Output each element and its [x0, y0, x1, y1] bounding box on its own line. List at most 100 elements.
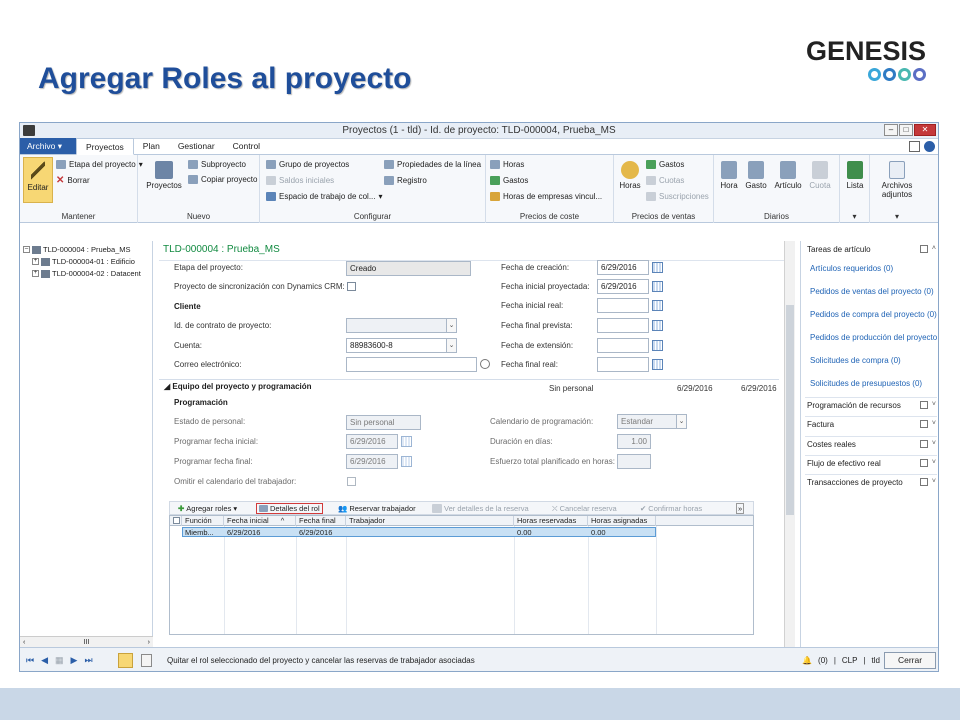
factbox-pin-icon[interactable] [919, 440, 928, 448]
tab-control[interactable]: Control [224, 138, 269, 154]
col-funcion[interactable]: Función [182, 516, 224, 526]
tree-horizontal-scrollbar[interactable]: ‹ III › [20, 636, 153, 647]
last-record-icon[interactable]: ⏭ [84, 655, 92, 666]
calendar-icon[interactable] [652, 262, 663, 273]
next-record-icon[interactable]: ▶ [71, 655, 78, 666]
maximize-button[interactable]: □ [899, 124, 913, 136]
coste-empresas-button[interactable]: Horas de empresas vincul... [490, 192, 602, 201]
correo-field[interactable] [346, 357, 477, 372]
cell-fecha-inicial[interactable]: 6/29/2016 [225, 528, 297, 537]
scroll-thumb-icon[interactable]: III [84, 639, 90, 646]
copiar-proyecto-button[interactable]: Copiar proyecto [188, 175, 257, 184]
form-vertical-scrollbar[interactable] [784, 241, 795, 647]
factbox-pin-icon[interactable] [919, 245, 928, 253]
cell-fecha-final[interactable]: 6/29/2016 [297, 528, 347, 537]
chevron-down-icon[interactable]: ˅ [932, 440, 936, 448]
cell-funcion[interactable]: Miemb... [183, 528, 225, 537]
saldos-iniciales-button[interactable]: Saldos iniciales [266, 176, 334, 185]
section-costes-reales[interactable]: Costes reales [807, 440, 856, 449]
cerrar-button[interactable]: Cerrar [884, 652, 936, 669]
link-pedidos-compra[interactable]: Pedidos de compra del proyecto (0) [810, 310, 937, 319]
agregar-roles-button[interactable]: ✚ Agregar roles ▾ [178, 503, 237, 514]
table-row[interactable]: Miemb... 6/29/2016 6/29/2016 0.00 0.00 [182, 527, 656, 537]
chevron-down-icon[interactable]: ⌄ [446, 339, 456, 352]
cancelar-reserva-button[interactable]: ⛌ Cancelar reserva [552, 503, 617, 514]
tab-gestionar[interactable]: Gestionar [169, 138, 224, 154]
col-horas-reservadas[interactable]: Horas reservadas [514, 516, 588, 526]
equipo-section-toggle[interactable]: ◢ Equipo del proyecto y programación [164, 382, 312, 391]
expand-icon[interactable]: + [32, 270, 39, 277]
cell-horas-asignadas[interactable]: 0.00 [589, 528, 657, 537]
propiedades-linea-button[interactable]: Propiedades de la línea [384, 160, 481, 169]
calendar-icon[interactable] [652, 359, 663, 370]
etapa-proyecto-button[interactable]: Etapa del proyecto ▾ [56, 160, 143, 169]
registro-button[interactable]: Registro [384, 176, 427, 185]
diario-cuota-button[interactable]: Cuota [808, 161, 832, 190]
sync-checkbox[interactable] [347, 282, 356, 291]
edit-mode-icon[interactable] [118, 653, 133, 668]
creacion-field[interactable]: 6/29/2016 [597, 260, 649, 275]
venta-cuotas-button[interactable]: Cuotas [646, 176, 684, 185]
notification-bell-icon[interactable]: 🔔 [802, 656, 812, 665]
more-toolbar-button[interactable]: » [736, 503, 745, 514]
factbox-pin-icon[interactable] [919, 420, 928, 428]
tareas-heading[interactable]: Tareas de artículo [807, 245, 871, 254]
diario-gasto-button[interactable]: Gasto [744, 161, 768, 190]
tree-item-child-2[interactable]: + TLD-000004-02 : Datacent [32, 269, 141, 278]
company-indicator[interactable]: tld [872, 656, 880, 665]
archivo-menu[interactable]: Archivo ▾ [20, 138, 76, 154]
cuenta-field[interactable]: 88983600-8 ⌄ [346, 338, 457, 353]
document-icon[interactable] [141, 654, 152, 667]
chevron-down-icon[interactable]: ⌄ [446, 319, 456, 332]
cell-trabajador[interactable] [347, 528, 515, 537]
contrato-field[interactable]: ⌄ [346, 318, 457, 333]
ver-detalles-reserva-button[interactable]: Ver detalles de la reserva [432, 503, 529, 514]
subproyecto-button[interactable]: Subproyecto [188, 160, 246, 169]
close-window-button[interactable]: ✕ [914, 124, 936, 136]
section-flujo-efectivo[interactable]: Flujo de efectivo real [807, 459, 881, 468]
final-prev-field[interactable] [597, 318, 649, 333]
link-pedidos-produccion[interactable]: Pedidos de producción del proyecto [810, 333, 937, 342]
calendar-icon[interactable] [652, 300, 663, 311]
confirmar-horas-button[interactable]: ✔ Confirmar horas [640, 503, 702, 514]
link-solicitudes-presupuestos[interactable]: Solicitudes de presupuestos (0) [810, 379, 922, 388]
diario-articulo-button[interactable]: Artículo [772, 161, 804, 190]
email-link-icon[interactable] [480, 359, 490, 369]
coste-horas-button[interactable]: Horas [490, 160, 524, 169]
tree-item-root[interactable]: – TLD-000004 : Prueba_MS [23, 245, 131, 254]
lista-group-chevron[interactable]: ▾ [840, 212, 869, 221]
calendar-icon[interactable] [652, 320, 663, 331]
previous-record-icon[interactable]: ◀ [41, 655, 48, 666]
first-record-icon[interactable]: ⏮ [26, 655, 34, 666]
scroll-left-icon[interactable]: ‹ [23, 639, 25, 646]
chevron-down-icon[interactable]: ˅ [932, 420, 936, 428]
diario-hora-button[interactable]: Hora [718, 161, 740, 190]
grid-view-icon[interactable]: ▦ [55, 655, 64, 666]
detalles-rol-button[interactable]: Detalles del rol [256, 503, 323, 514]
chevron-up-icon[interactable]: ˄ [932, 245, 936, 253]
minimize-button[interactable]: – [884, 124, 898, 136]
currency-indicator[interactable]: CLP [842, 656, 858, 665]
chevron-down-icon[interactable]: ˅ [932, 401, 936, 409]
notification-count[interactable]: (0) [818, 656, 828, 665]
tab-proyectos[interactable]: Proyectos [76, 138, 134, 155]
tree-item-child-1[interactable]: + TLD-000004-01 : Edificio [32, 257, 135, 266]
scroll-right-icon[interactable]: › [148, 639, 150, 646]
link-solicitudes-compra[interactable]: Solicitudes de compra (0) [810, 356, 901, 365]
tab-plan[interactable]: Plan [134, 138, 169, 154]
espacio-trabajo-button[interactable]: Espacio de trabajo de col... ▾ [266, 192, 383, 201]
proyectos-button[interactable]: Proyectos [146, 161, 182, 190]
grupo-proyectos-button[interactable]: Grupo de proyectos [266, 160, 349, 169]
scroll-thumb[interactable] [786, 305, 794, 515]
link-pedidos-ventas[interactable]: Pedidos de ventas del proyecto (0) [810, 287, 934, 296]
inicial-real-field[interactable] [597, 298, 649, 313]
venta-suscripciones-button[interactable]: Suscripciones [646, 192, 709, 201]
factbox-pin-icon[interactable] [919, 478, 928, 486]
final-real-field[interactable] [597, 357, 649, 372]
col-fecha-inicial[interactable]: Fecha inicial ^ [224, 516, 296, 526]
col-fecha-final[interactable]: Fecha final [296, 516, 346, 526]
section-factura[interactable]: Factura [807, 420, 834, 429]
borrar-button[interactable]: ✕ Borrar [56, 175, 90, 186]
cell-horas-reservadas[interactable]: 0.00 [515, 528, 589, 537]
extension-field[interactable] [597, 338, 649, 353]
